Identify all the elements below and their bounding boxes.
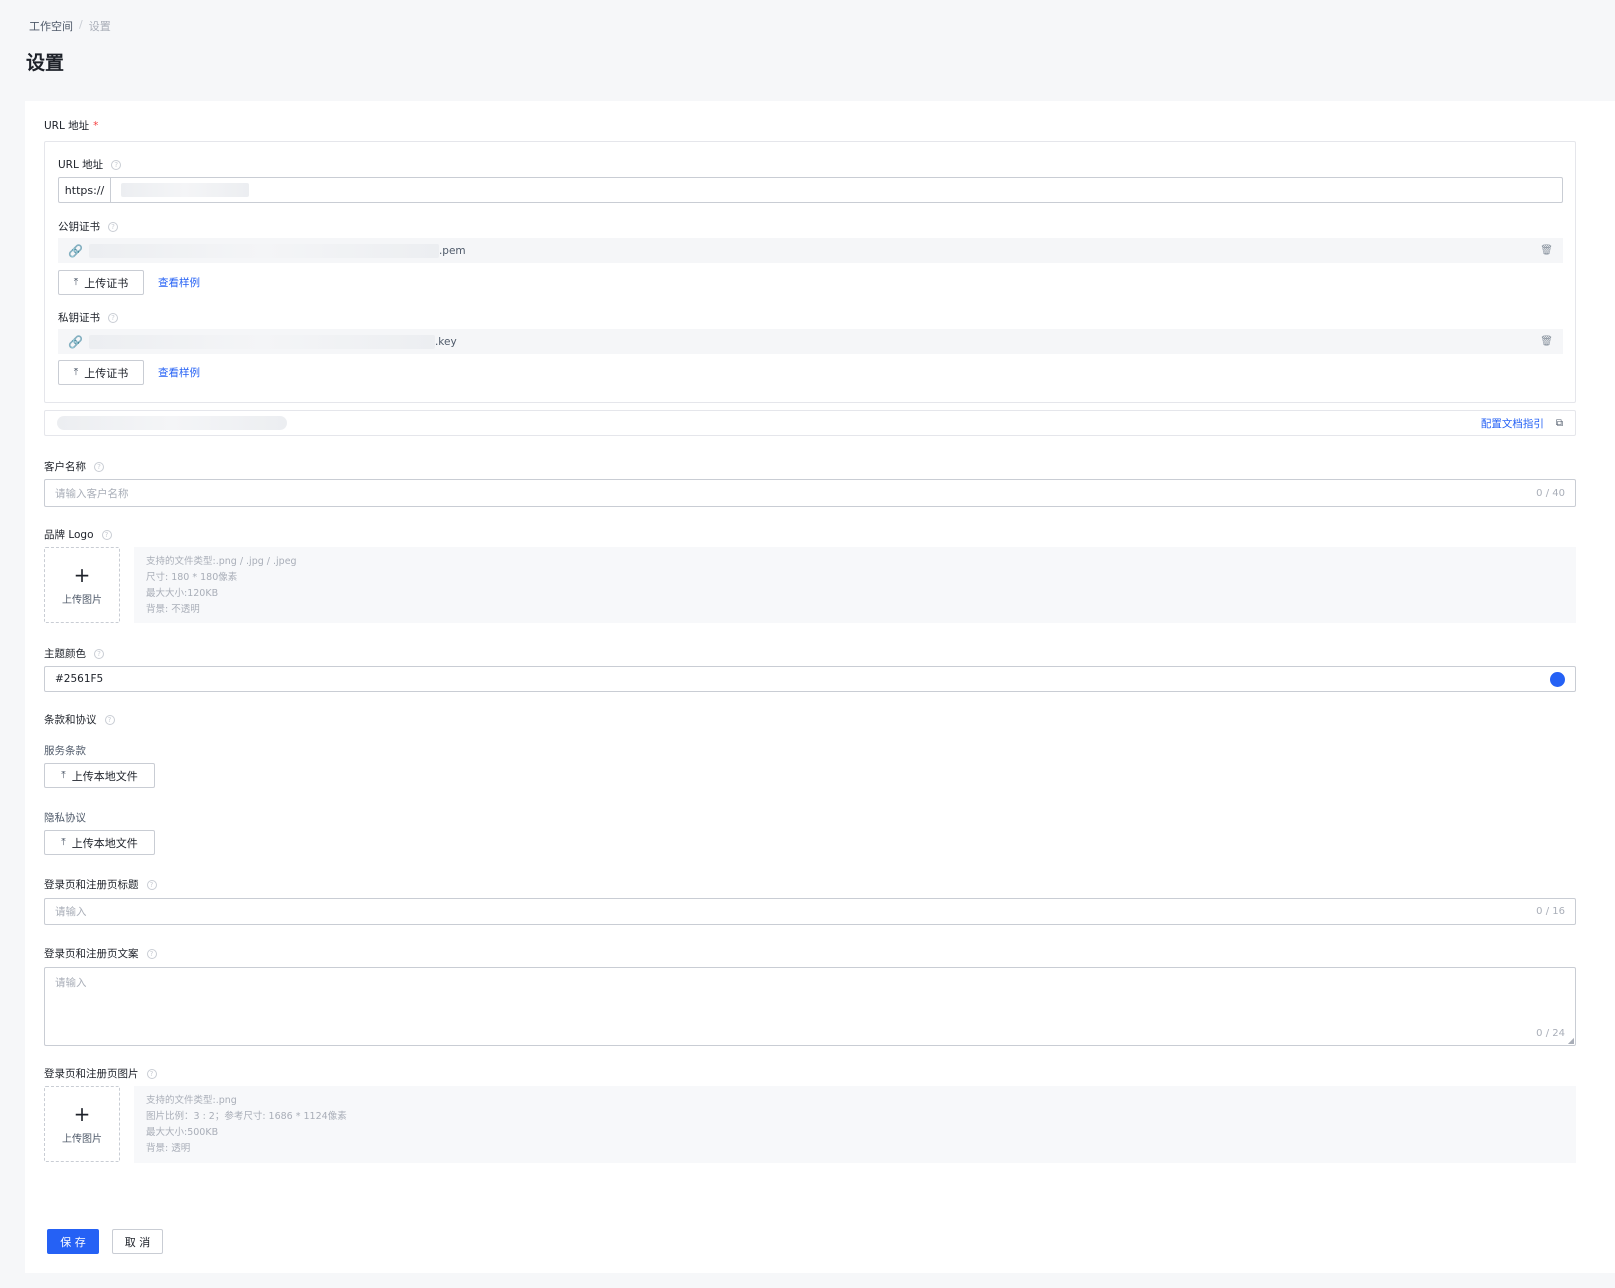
page-title: 设置 bbox=[26, 52, 65, 74]
plus-icon: + bbox=[73, 562, 91, 587]
help-icon[interactable]: ? bbox=[108, 221, 118, 232]
url-address-label: URL 地址 ? bbox=[58, 157, 122, 172]
config-guide-link[interactable]: 配置文档指引 bbox=[1481, 416, 1544, 431]
settings-card: URL 地址 * URL 地址 ? https:// 公钥证书 ? 🔗 .pem… bbox=[25, 101, 1615, 1273]
public-cert-suffix: .pem bbox=[438, 244, 466, 257]
customer-name-label: 客户名称 ? bbox=[44, 459, 104, 474]
help-icon[interactable]: ? bbox=[108, 312, 118, 323]
customer-name-input[interactable]: 请输入客户名称 0 / 40 bbox=[44, 479, 1576, 507]
terms-label: 条款和协议 ? bbox=[44, 712, 115, 727]
url-section-label: URL 地址 * bbox=[44, 119, 99, 133]
help-icon[interactable]: ? bbox=[146, 1068, 157, 1079]
redacted-filename bbox=[88, 334, 435, 349]
url-prefix: https:// bbox=[59, 178, 111, 202]
redacted-hint bbox=[57, 416, 287, 430]
help-icon[interactable]: ? bbox=[146, 879, 157, 890]
login-title-input[interactable]: 请输入 0 / 16 bbox=[44, 898, 1576, 925]
url-input-group: https:// bbox=[58, 177, 1563, 203]
private-cert-example-link[interactable]: 查看样例 bbox=[158, 365, 200, 380]
save-button[interactable]: 保 存 bbox=[47, 1229, 99, 1254]
private-cert-suffix: .key bbox=[434, 335, 457, 348]
private-cert-actions: ⤒ 上传证书 查看样例 bbox=[58, 360, 200, 385]
upload-icon: ⤒ bbox=[61, 837, 66, 848]
help-icon[interactable]: ? bbox=[104, 714, 115, 725]
help-icon[interactable]: ? bbox=[94, 648, 104, 659]
help-icon[interactable]: ? bbox=[146, 948, 157, 959]
theme-color-label: 主题颜色 ? bbox=[44, 646, 104, 661]
char-counter: 0 / 40 bbox=[1536, 487, 1565, 499]
login-title-label: 登录页和注册页标题 ? bbox=[44, 877, 157, 892]
upload-public-cert-button[interactable]: ⤒ 上传证书 bbox=[58, 270, 144, 295]
breadcrumb-separator: / bbox=[79, 18, 83, 31]
cancel-button[interactable]: 取 消 bbox=[112, 1229, 163, 1254]
login-copy-label: 登录页和注册页文案 ? bbox=[44, 946, 157, 961]
login-image-label: 登录页和注册页图片 ? bbox=[44, 1066, 157, 1081]
upload-icon: ⤒ bbox=[73, 367, 79, 378]
upload-private-cert-button[interactable]: ⤒ 上传证书 bbox=[58, 360, 144, 385]
link-icon: 🔗 bbox=[68, 334, 83, 349]
login-image-hints: 支持的文件类型:.png 图片比例：3 : 2；参考尺寸: 1686 * 112… bbox=[134, 1086, 1576, 1163]
public-cert-example-link[interactable]: 查看样例 bbox=[158, 275, 200, 290]
link-icon: 🔗 bbox=[68, 243, 83, 258]
public-cert-actions: ⤒ 上传证书 查看样例 bbox=[58, 270, 200, 295]
private-cert-file: 🔗 .key 🗑 bbox=[58, 329, 1563, 354]
upload-icon: ⤒ bbox=[61, 770, 66, 781]
color-swatch[interactable] bbox=[1550, 671, 1565, 687]
service-terms-label: 服务条款 bbox=[44, 745, 86, 757]
resize-handle-icon[interactable]: ◢ bbox=[1568, 1036, 1574, 1045]
required-mark: * bbox=[93, 119, 99, 132]
guide-bar: 配置文档指引 ⧉ bbox=[44, 410, 1576, 436]
char-counter: 0 / 24 bbox=[1536, 1028, 1565, 1039]
redacted-url bbox=[121, 183, 249, 197]
theme-color-input[interactable]: #2561F5 bbox=[44, 666, 1576, 692]
public-cert-file: 🔗 .pem 🗑 bbox=[58, 238, 1563, 263]
login-copy-textarea[interactable]: 请输入 0 / 24 ◢ bbox=[44, 967, 1576, 1046]
redacted-filename bbox=[88, 243, 439, 258]
url-config-group: URL 地址 ? https:// 公钥证书 ? 🔗 .pem 🗑 ⤒ 上传证书 bbox=[44, 141, 1576, 403]
breadcrumb: 工作空间 / 设置 bbox=[29, 18, 111, 34]
privacy-label: 隐私协议 bbox=[44, 812, 86, 824]
upload-privacy-button[interactable]: ⤒ 上传本地文件 bbox=[44, 830, 155, 855]
private-cert-label: 私钥证书 ? bbox=[58, 310, 118, 325]
trash-icon[interactable]: 🗑 bbox=[1540, 336, 1553, 347]
trash-icon[interactable]: 🗑 bbox=[1540, 245, 1553, 256]
help-icon[interactable]: ? bbox=[101, 529, 112, 540]
login-image-upload[interactable]: + 上传图片 bbox=[44, 1086, 120, 1162]
help-icon[interactable]: ? bbox=[111, 159, 122, 170]
breadcrumb-current: 设置 bbox=[88, 20, 111, 33]
upload-icon: ⤒ bbox=[73, 277, 79, 288]
copy-icon[interactable]: ⧉ bbox=[1556, 418, 1563, 429]
breadcrumb-workspace[interactable]: 工作空间 bbox=[29, 18, 73, 34]
brand-logo-upload[interactable]: + 上传图片 bbox=[44, 547, 120, 623]
url-input[interactable] bbox=[111, 178, 1562, 202]
plus-icon: + bbox=[73, 1101, 91, 1126]
public-cert-label: 公钥证书 ? bbox=[58, 219, 118, 234]
brand-logo-hints: 支持的文件类型:.png / .jpg / .jpeg 尺寸: 180 * 18… bbox=[134, 547, 1576, 623]
char-counter: 0 / 16 bbox=[1536, 906, 1565, 917]
upload-service-terms-button[interactable]: ⤒ 上传本地文件 bbox=[44, 763, 155, 788]
brand-logo-label: 品牌 Logo ? bbox=[44, 527, 112, 542]
help-icon[interactable]: ? bbox=[94, 461, 104, 472]
